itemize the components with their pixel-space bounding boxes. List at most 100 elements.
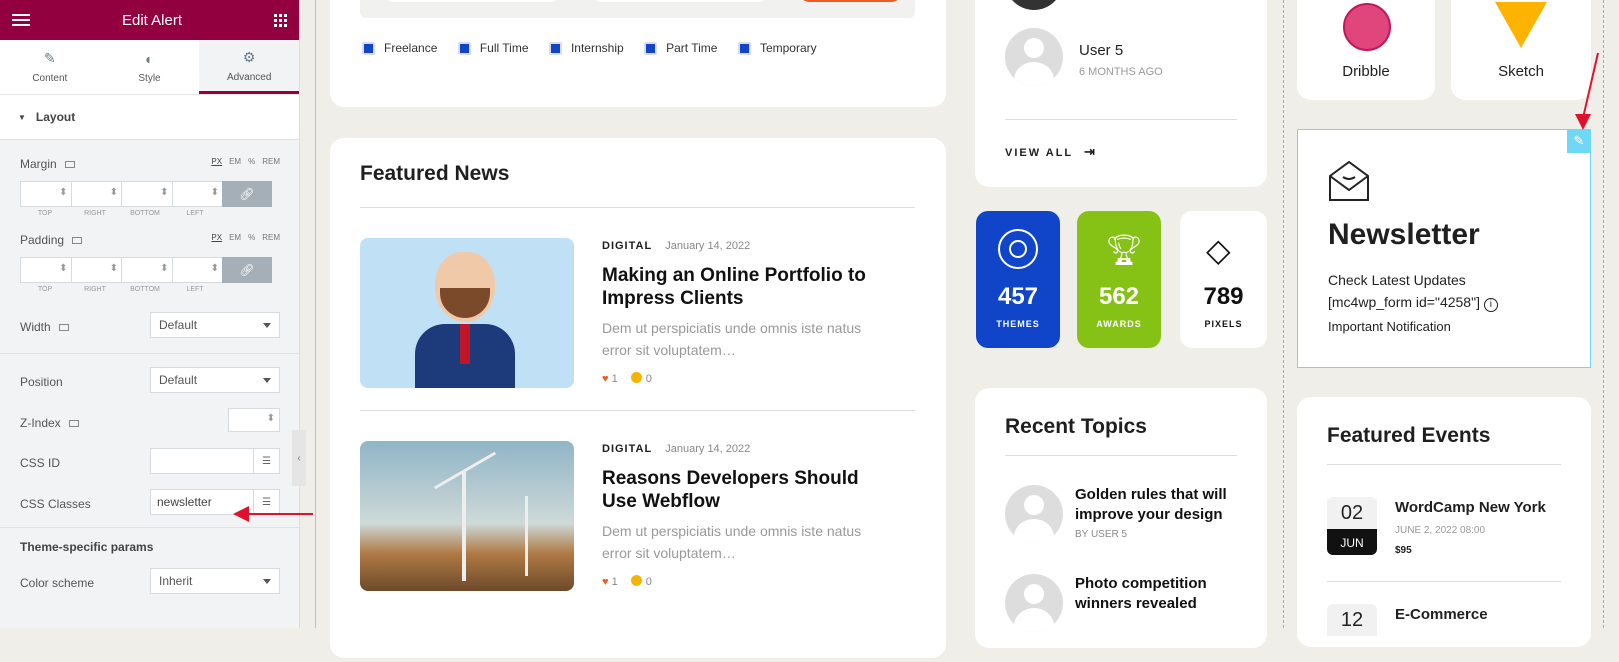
avatar[interactable] [1005,28,1063,86]
avatar[interactable] [1005,485,1063,543]
unit-rem[interactable]: REM [262,233,280,242]
location-field[interactable] [590,0,770,2]
view-all-link[interactable]: VIEW ALL ⇥ [1005,144,1097,160]
event-title-link[interactable]: WordCamp New York [1395,499,1546,516]
zindex-input[interactable] [228,408,280,432]
envelope-icon [1328,160,1370,202]
news-excerpt: Dem ut perspiciatis unde omnis iste natu… [602,523,862,561]
pencil-icon: ✎ [43,50,56,66]
comment-icon[interactable] [630,575,642,586]
checkbox[interactable] [548,41,562,55]
stat-awards[interactable]: 🏆︎ 562 AWARDS [1077,211,1161,348]
avatar[interactable] [1005,0,1063,10]
widgets-grid-icon[interactable] [274,13,287,27]
news-category-link[interactable]: DIGITAL [602,443,652,455]
dim-label-left: LEFT [186,286,204,293]
stat-themes[interactable]: 457 THEMES [976,211,1060,348]
color-scheme-select[interactable]: Inherit [150,568,280,594]
monitor-icon [68,420,79,427]
stat-pixels[interactable]: ◇ 789 PIXELS [1180,211,1267,348]
unit-switcher[interactable]: PX EM% REM [211,157,280,166]
padding-bottom-input[interactable] [121,257,172,283]
keyword-field[interactable] [382,0,562,2]
dynamic-tags-button[interactable]: ☰ [253,449,279,473]
checkbox[interactable] [737,41,751,55]
heart-icon[interactable]: ♥ [602,576,609,588]
color-scheme-control: Color scheme Inherit [0,568,299,598]
dynamic-tags-button[interactable]: ☰ [253,490,279,514]
panel-collapse-handle[interactable]: ‹ [292,430,306,486]
link-icon: 🔗︎ [239,187,255,201]
topic-author: BY USER 5 [1075,529,1128,540]
topic-title-link[interactable]: Photo competition winners revealed [1075,574,1250,614]
link-values-button[interactable]: 🔗︎ [222,257,272,283]
position-select[interactable]: Default [150,367,280,393]
filter-full-time[interactable]: Full Time [457,41,529,55]
unit-px[interactable]: PX [211,157,222,166]
section-title: Layout [35,110,76,124]
filter-part-time[interactable]: Part Time [644,41,717,55]
filter-internship[interactable]: Internship [548,41,624,55]
unit-switcher[interactable]: PX EM% REM [211,233,280,242]
annotation-arrowhead-icon [1575,114,1591,130]
news-image-cartoon-man[interactable] [360,238,574,388]
unit-em[interactable]: EM [229,233,241,242]
newsletter-shortcode: [mc4wp_form id="4258"] i [1328,294,1498,312]
width-select[interactable]: Default [150,312,280,338]
comment-icon[interactable] [630,372,642,383]
unit-percent[interactable]: % [248,233,255,242]
dim-label-left: LEFT [186,210,204,217]
unit-rem[interactable]: REM [262,157,280,166]
heart-icon[interactable]: ♥ [602,373,609,385]
tab-advanced[interactable]: ⚙ Advanced [199,40,299,94]
filter-label: Freelance [384,41,438,55]
checkbox[interactable] [644,41,658,55]
avatar[interactable] [1005,574,1063,632]
target-ring [1009,240,1027,258]
news-title-link[interactable]: Making an Online Portfolio to Impress Cl… [602,264,892,310]
topic-title-link[interactable]: Golden rules that will improve your desi… [1075,485,1250,525]
search-button[interactable] [798,0,903,2]
filter-freelance[interactable]: Freelance [362,41,437,55]
tab-content[interactable]: ✎ Content [0,40,100,94]
shortcode-text: [mc4wp_form id="4258"] [1328,294,1480,310]
news-title-link[interactable]: Reasons Developers Should Use Webflow [602,467,892,513]
stat-number: 789 [1203,283,1244,310]
padding-control: Padding PX EM% REM 🔗︎ TOP RIGHT BOTTOM LEFT [0,231,299,293]
margin-bottom-input[interactable] [121,181,172,207]
annotation-arrow-line [245,513,313,515]
checkbox[interactable] [457,41,471,55]
edit-widget-button[interactable]: ✎ [1567,129,1591,153]
news-image-wind-turbines[interactable] [360,441,574,591]
panel-title: Edit Alert [121,11,183,29]
zindex-control: Z-Index [0,408,299,438]
padding-left-input[interactable] [171,257,222,283]
checkbox[interactable] [362,41,375,55]
search-bar [360,0,915,18]
news-stats: ♥ 1 0 [602,575,652,588]
link-values-button[interactable]: 🔗︎ [222,181,272,207]
margin-left-input[interactable] [171,181,222,207]
cssid-input[interactable] [151,449,253,473]
cssclasses-field: newsletter ☰ [150,489,280,515]
margin-right-input[interactable] [70,181,121,207]
unit-em[interactable]: EM [229,157,241,166]
tab-label: Advanced [226,71,272,83]
section-layout-toggle[interactable]: ▼ Layout [0,95,299,140]
newsletter-widget[interactable]: ✎ Newsletter Check Latest Updates [mc4wp… [1297,129,1591,368]
padding-top-input[interactable] [20,257,71,283]
tab-style[interactable]: ◐ Style [99,40,200,94]
app-dribble-card[interactable]: Dribble [1297,0,1435,100]
margin-top-input[interactable] [20,181,71,207]
unit-percent[interactable]: % [248,157,255,166]
unit-px[interactable]: PX [211,233,222,242]
event-title-link[interactable]: E-Commerce [1395,606,1488,662]
padding-right-input[interactable] [70,257,121,283]
filter-temporary[interactable]: Temporary [737,41,817,55]
user-name[interactable]: User 5 [1079,42,1123,59]
hamburger-menu-icon[interactable] [12,14,30,26]
event-date-badge: 12 [1327,604,1377,662]
info-icon[interactable]: i [1483,298,1498,312]
app-sketch-card[interactable]: Sketch [1451,0,1591,100]
news-category-link[interactable]: DIGITAL [602,240,652,252]
